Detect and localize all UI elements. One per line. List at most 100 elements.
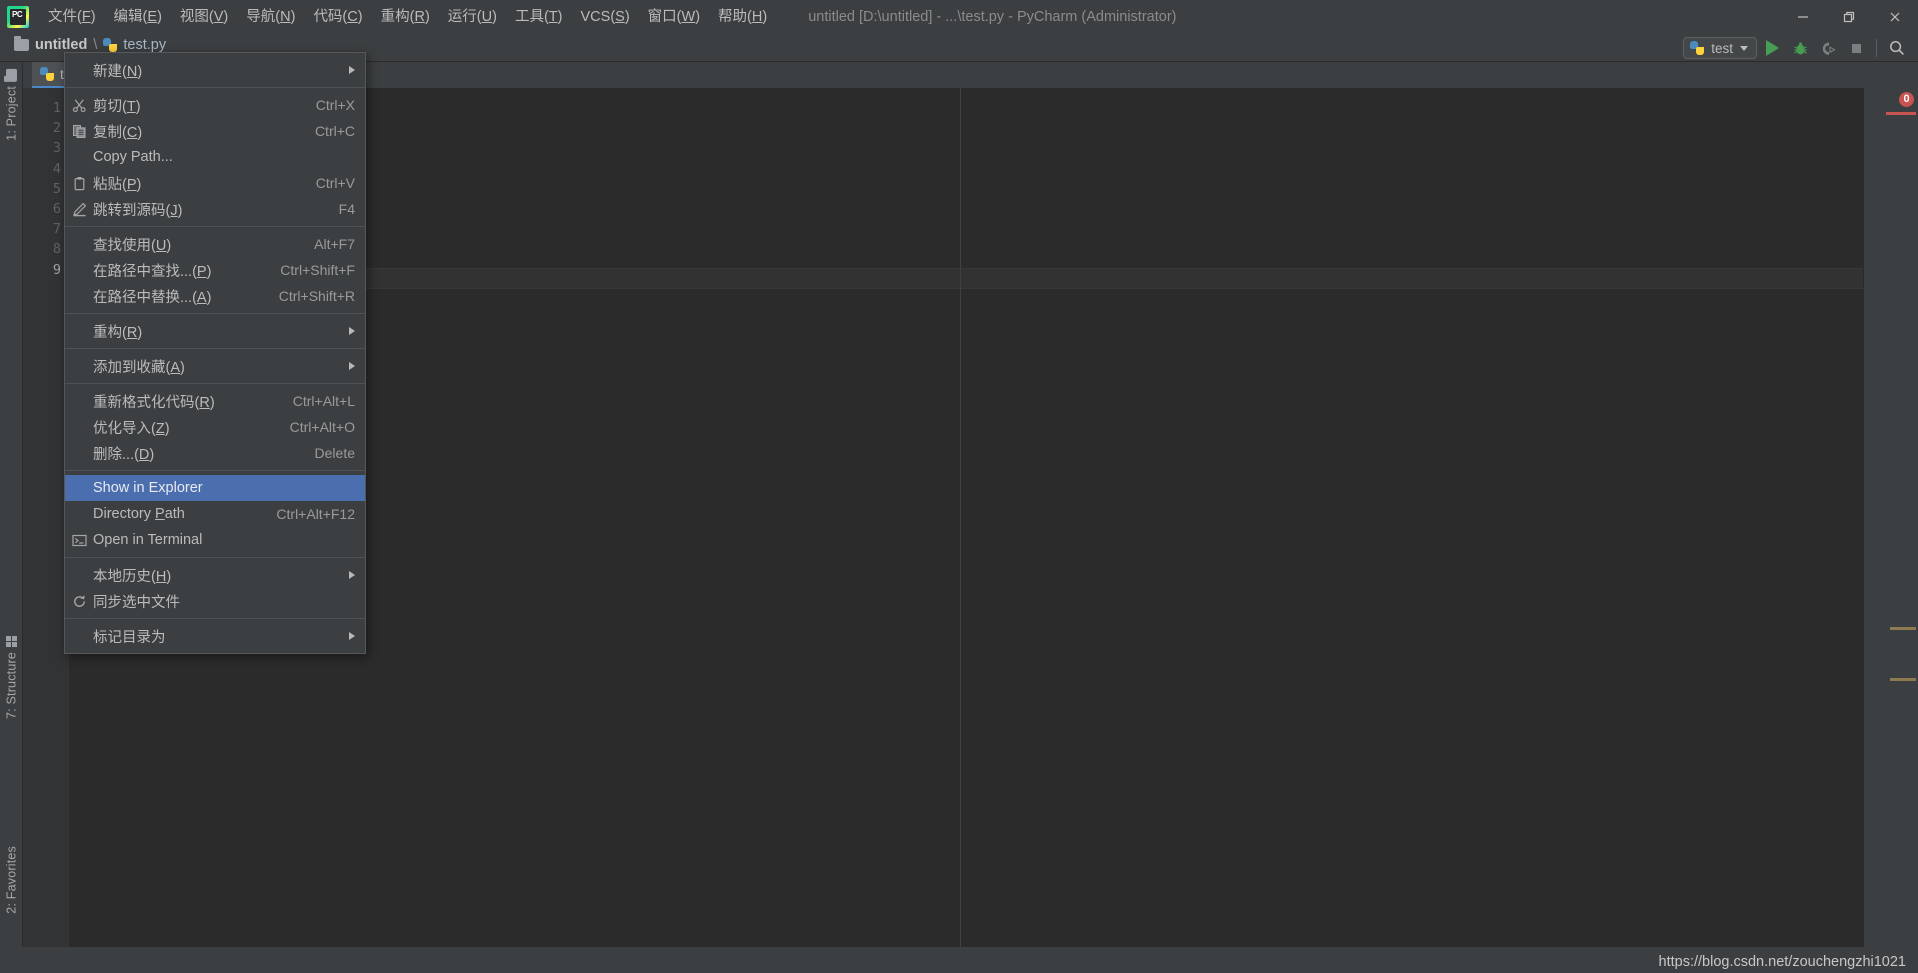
ctx-cut[interactable]: 剪切(T) Ctrl+X [65,92,365,118]
restore-button[interactable] [1826,0,1872,34]
menu-code[interactable]: 代码(C) [304,4,371,30]
debug-button[interactable] [1787,35,1813,61]
menu-separator [65,618,365,619]
run-button[interactable] [1759,35,1785,61]
context-menu-item-label: 跳转到源码(J) [93,202,183,219]
ctx-refactor[interactable]: 重构(R) [65,318,365,344]
context-menu-item-label: Show in Explorer [93,480,203,496]
ctx-jump-to-source[interactable]: 跳转到源码(J) F4 [65,196,365,222]
run-configuration-label: test [1711,40,1733,56]
context-menu-item-label: 剪切(T) [93,98,141,115]
stop-button[interactable] [1843,35,1869,61]
breadcrumb-file[interactable]: test.py [123,37,166,53]
menu-vcs[interactable]: VCS(S) [572,4,639,30]
context-menu-item-label: 本地历史(H) [93,568,172,585]
ctx-show-in-explorer[interactable]: Show in Explorer [65,475,365,501]
warning-stripe[interactable] [1890,627,1916,630]
coverage-button[interactable] [1815,35,1841,61]
context-menu-item-shortcut: Ctrl+Shift+R [278,288,355,304]
context-menu-item-label: 重构(R) [93,324,143,341]
ctx-reformat-code[interactable]: 重新格式化代码(R) Ctrl+Alt+L [65,388,365,414]
menu-file[interactable]: 文件(F) [39,4,105,30]
menu-separator [65,470,365,471]
status-bar: https://blog.csdn.net/zouchengzhi1021 [0,947,1918,973]
no-icon [65,501,93,527]
watermark-url: https://blog.csdn.net/zouchengzhi1021 [1658,954,1906,970]
line-number: 2 [52,120,61,137]
context-menu-item-shortcut: Ctrl+Alt+F12 [276,506,355,522]
python-file-icon [40,67,54,81]
ctx-paste[interactable]: 粘贴(P) Ctrl+V [65,170,365,196]
ctx-copy-path[interactable]: Copy Path... [65,144,365,170]
warning-stripe[interactable] [1890,678,1916,681]
ctx-optimize-imports[interactable]: 优化导入(Z) Ctrl+Alt+O [65,414,365,440]
ctx-local-history[interactable]: 本地历史(H) [65,562,365,588]
menu-separator [65,226,365,227]
ctx-find-usages[interactable]: 查找使用(U) Alt+F7 [65,231,365,257]
editor-gutter[interactable]: 1 2 3 4 5 6 7 8 9 [23,88,70,973]
no-icon [65,144,93,170]
menu-help[interactable]: 帮助(H) [709,4,776,30]
stop-icon [1851,43,1861,53]
folder-icon [14,36,29,51]
line-number: 7 [52,221,61,238]
menu-tools[interactable]: 工具(T) [506,4,572,30]
ctx-replace-in-path[interactable]: 在路径中替换...(A) Ctrl+Shift+R [65,283,365,309]
menu-navigate[interactable]: 导航(N) [237,4,304,30]
chevron-right-icon [349,632,355,640]
python-config-icon [1690,41,1705,55]
ctx-copy[interactable]: 复制(C) Ctrl+C [65,118,365,144]
menu-window[interactable]: 窗口(W) [639,4,709,30]
ctx-find-in-path[interactable]: 在路径中查找...(P) Ctrl+Shift+F [65,257,365,283]
context-menu-item-label: Copy Path... [93,149,173,165]
menu-view[interactable]: 视图(V) [171,4,237,30]
context-menu-item-shortcut: Ctrl+V [315,175,355,191]
sidebar-item-structure[interactable]: 7: Structure [0,632,23,723]
sidebar-item-project[interactable]: 1: Project [0,66,23,145]
search-everywhere-button[interactable] [1884,35,1910,61]
context-menu-item-label: 新建(N) [93,63,143,80]
logo-text: PC [12,10,23,19]
menu-separator [65,313,365,314]
close-button[interactable] [1872,0,1918,34]
context-menu-item-label: 标记目录为 [93,629,166,646]
error-marker-bar[interactable]: 0 [1863,88,1918,973]
sidebar-item-favorites[interactable]: 2: Favorites [0,842,23,918]
context-menu-item-label: Open in Terminal [93,532,203,548]
no-icon [65,231,93,257]
menu-separator [65,383,365,384]
breadcrumb[interactable]: untitled \ test.py [14,36,166,53]
ctx-open-in-terminal[interactable]: Open in Terminal [65,527,365,553]
line-number: 5 [52,180,61,197]
line-number: 9 [52,261,61,278]
window-title: untitled [D:\untitled] - ...\test.py - P… [808,9,1177,25]
ctx-synchronize[interactable]: 同步选中文件 [65,588,365,614]
breadcrumb-project[interactable]: untitled [35,37,87,53]
no-icon [65,388,93,414]
ctx-new[interactable]: 新建(N) [65,57,365,83]
ctx-add-to-favorites[interactable]: 添加到收藏(A) [65,353,365,379]
ctx-delete[interactable]: 删除...(D) Delete [65,440,365,466]
run-configuration-selector[interactable]: test [1683,37,1757,59]
ctx-mark-directory-as[interactable]: 标记目录为 [65,623,365,649]
context-menu-item-label: 添加到收藏(A) [93,359,185,376]
ctx-directory-path[interactable]: Directory Path Ctrl+Alt+F12 [65,501,365,527]
menu-edit[interactable]: 编辑(E) [105,4,171,30]
menu-run[interactable]: 运行(U) [439,4,506,30]
context-menu-item-shortcut: Alt+F7 [314,236,355,252]
bug-icon [1793,42,1807,54]
error-stripe[interactable] [1886,112,1916,115]
line-number: 3 [52,140,61,157]
clipboard-icon [65,170,93,196]
error-count-badge[interactable]: 0 [1899,92,1914,107]
context-menu[interactable]: 新建(N) 剪切(T) Ctrl+X 复制(C) Ctrl+C Copy Path... 粘… [64,52,366,654]
context-menu-item-shortcut: Ctrl+Shift+F [280,262,355,278]
minimize-button[interactable] [1780,0,1826,34]
chevron-down-icon [1740,45,1748,51]
right-margin-guide [960,88,961,973]
no-icon [65,353,93,379]
context-menu-item-label: 查找使用(U) [93,237,172,254]
line-number: 1 [52,100,61,116]
menu-refactor[interactable]: 重构(R) [372,4,439,30]
chevron-right-icon [349,66,355,74]
